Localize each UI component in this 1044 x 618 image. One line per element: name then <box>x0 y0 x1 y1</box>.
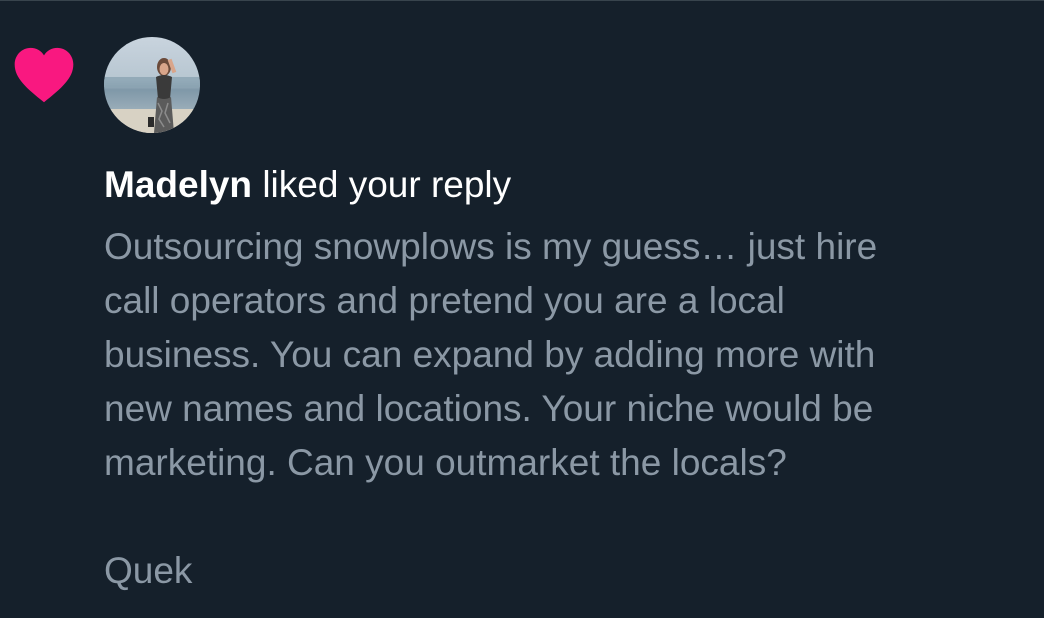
reply-line: business. You can expand by adding more … <box>104 334 876 375</box>
user-name[interactable]: Madelyn <box>104 164 252 205</box>
reply-line: new names and locations. Your niche woul… <box>104 388 874 429</box>
reply-line: marketing. Can you outmarket the locals? <box>104 442 787 483</box>
avatar-photo <box>104 37 200 133</box>
reply-text[interactable]: Outsourcing snowplows is my guess… just … <box>104 220 1024 490</box>
avatar[interactable] <box>104 37 200 133</box>
like-notification[interactable]: Madelyn liked your reply Outsourcing sno… <box>0 0 1044 618</box>
divider <box>0 0 1044 1</box>
reply-signature: Quek <box>104 550 193 591</box>
heart-icon <box>14 47 74 103</box>
action-text: liked your reply <box>252 164 512 205</box>
notification-headline: Madelyn liked your reply <box>104 158 511 212</box>
reply-line: Outsourcing snowplows is my guess… just … <box>104 226 878 267</box>
reply-line: call operators and pretend you are a loc… <box>104 280 785 321</box>
